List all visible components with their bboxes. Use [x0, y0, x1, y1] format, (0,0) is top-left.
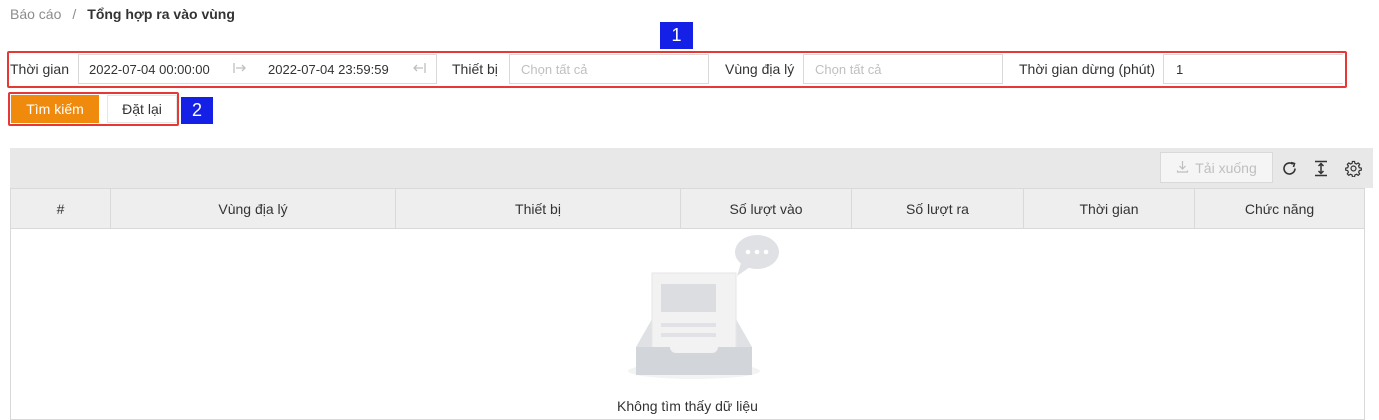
stop-time-input[interactable]: 1 [1163, 54, 1343, 84]
stop-time-value: 1 [1176, 61, 1184, 77]
refresh-icon[interactable] [1279, 158, 1299, 178]
time-label: Thời gian [10, 60, 69, 77]
column-header-time: Thời gian [1024, 189, 1195, 229]
column-header-index: # [11, 189, 111, 229]
breadcrumb-separator: / [72, 6, 77, 22]
column-height-icon[interactable] [1311, 158, 1331, 178]
marker-2: 2 [181, 97, 213, 124]
arrow-left-to-icon [412, 62, 426, 77]
end-date-input[interactable]: 2022-07-04 23:59:59 [268, 62, 389, 77]
device-placeholder: Chọn tất cả [521, 61, 588, 77]
date-range-picker[interactable]: 2022-07-04 00:00:00 2022-07-04 23:59:59 [78, 54, 437, 84]
empty-state: Không tìm thấy dữ liệu [11, 230, 1364, 420]
breadcrumb-current: Tổng hợp ra vào vùng [87, 6, 235, 22]
download-icon [1176, 160, 1189, 176]
breadcrumb: Báo cáo / Tổng hợp ra vào vùng [10, 5, 235, 23]
column-header-region: Vùng địa lý [111, 189, 396, 229]
device-select[interactable]: Chọn tất cả [509, 54, 709, 84]
report-table-panel: Tải xuống # Vùng địa lý Thiết bị Số lượt… [10, 148, 1373, 420]
report-table: # Vùng địa lý Thiết bị Số lượt vào Số lư… [10, 188, 1365, 420]
arrow-right-to-icon [233, 62, 247, 77]
stop-time-label: Thời gian dừng (phút) [1019, 60, 1156, 77]
download-label: Tải xuống [1195, 159, 1257, 176]
column-header-actions: Chức năng [1244, 201, 1315, 217]
marker-1: 1 [660, 22, 693, 49]
empty-inbox-icon [616, 235, 786, 388]
table-header: # Vùng địa lý Thiết bị Số lượt vào Số lư… [11, 189, 1364, 229]
column-header-entries: Số lượt vào [681, 189, 852, 229]
column-header-exits: Số lượt ra [852, 189, 1024, 229]
region-select[interactable]: Chọn tất cả [803, 54, 1003, 84]
settings-icon[interactable] [1343, 158, 1363, 178]
download-button[interactable]: Tải xuống [1160, 152, 1273, 183]
reset-button[interactable]: Đặt lại [107, 95, 177, 123]
region-label: Vùng địa lý [725, 60, 795, 77]
empty-state-text: Không tìm thấy dữ liệu [617, 398, 758, 414]
table-toolbar: Tải xuống [10, 148, 1373, 188]
region-placeholder: Chọn tất cả [815, 61, 882, 77]
device-label: Thiết bị [452, 60, 498, 77]
search-button[interactable]: Tìm kiếm [11, 95, 99, 123]
start-date-input[interactable]: 2022-07-04 00:00:00 [89, 62, 210, 77]
page: Báo cáo / Tổng hợp ra vào vùng Thời gian… [0, 0, 1379, 420]
breadcrumb-parent[interactable]: Báo cáo [10, 6, 61, 22]
column-header-device: Thiết bị [396, 189, 681, 229]
